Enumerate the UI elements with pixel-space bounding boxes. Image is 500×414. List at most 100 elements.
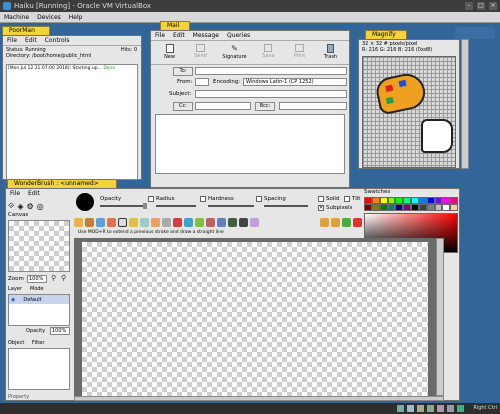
color-swatch[interactable] <box>395 197 404 204</box>
canvas-horizontal-scrollbar[interactable] <box>74 396 444 401</box>
blur-tool-icon[interactable] <box>162 217 171 227</box>
bcc-field[interactable] <box>279 102 347 110</box>
solid-checkbox[interactable] <box>318 196 324 202</box>
to-button[interactable]: To: <box>173 67 193 76</box>
open-icon[interactable]: ◎ <box>37 202 44 211</box>
menu-help[interactable]: Help <box>69 12 83 22</box>
color-swatch[interactable] <box>450 204 458 211</box>
clone-tool-icon[interactable] <box>85 217 94 227</box>
color-swatch[interactable] <box>411 197 419 204</box>
drawing-canvas[interactable] <box>74 238 436 396</box>
color-swatch[interactable] <box>450 197 458 204</box>
transform-tool-icon[interactable] <box>228 217 237 227</box>
layer-row[interactable]: ◉ Default <box>9 295 69 304</box>
canvas-vertical-scrollbar[interactable] <box>436 238 444 396</box>
cc-field[interactable] <box>195 102 251 110</box>
subject-field[interactable] <box>195 90 347 98</box>
crop-tool-icon[interactable] <box>217 217 226 227</box>
bcc-button[interactable]: Bcc: <box>255 102 275 111</box>
new-button[interactable]: New <box>155 43 184 62</box>
color-swatch[interactable] <box>387 204 396 211</box>
pen-tool-icon[interactable] <box>96 217 105 227</box>
eye-icon[interactable]: ◉ <box>11 297 15 303</box>
to-field[interactable] <box>195 67 347 75</box>
edit-gradient-tool-icon[interactable] <box>250 217 259 227</box>
wb-menu-file[interactable]: File <box>10 190 20 197</box>
select-tool-icon[interactable] <box>118 217 127 227</box>
brush-tool-icon[interactable] <box>74 217 83 227</box>
mouse-integration-icon[interactable] <box>457 405 464 412</box>
color-swatch[interactable] <box>426 197 435 204</box>
undo-icon[interactable] <box>320 217 329 227</box>
color-swatch[interactable] <box>411 204 419 211</box>
layer-opacity-field[interactable]: 100% <box>50 327 70 335</box>
picker-tool-icon[interactable] <box>239 217 248 227</box>
hardness-slider[interactable] <box>208 205 254 207</box>
cancel-icon[interactable] <box>353 217 362 227</box>
spacing-checkbox[interactable] <box>256 196 262 202</box>
hardness-checkbox[interactable] <box>200 196 206 202</box>
menu-devices[interactable]: Devices <box>37 12 61 22</box>
from-field[interactable] <box>195 78 209 86</box>
usb-icon[interactable] <box>437 405 444 412</box>
save-button[interactable]: Save <box>254 43 283 62</box>
color-swatch[interactable] <box>403 204 411 211</box>
smudge-tool-icon[interactable] <box>151 217 160 227</box>
color-swatch[interactable] <box>426 204 435 211</box>
wb-menu-edit[interactable]: Edit <box>28 190 40 197</box>
deskbar-leaf-icon[interactable] <box>455 27 495 39</box>
opacity-slider-handle[interactable] <box>143 203 147 209</box>
radius-checkbox[interactable] <box>148 196 154 202</box>
gradient-tool-icon[interactable] <box>195 217 204 227</box>
mail-menu-queries[interactable]: Queries <box>227 32 250 39</box>
network-icon[interactable] <box>427 405 434 412</box>
signature-button[interactable]: ✎ Signature <box>217 43 252 62</box>
send-button[interactable]: Send <box>186 43 215 62</box>
color-swatch[interactable] <box>364 204 372 211</box>
color-swatch[interactable] <box>387 197 396 204</box>
menu-machine[interactable]: Machine <box>4 12 29 22</box>
zoom-out-icon[interactable]: ⚲ <box>61 274 66 282</box>
shared-folders-icon[interactable] <box>447 405 454 412</box>
palette-tool-icon[interactable] <box>107 217 116 227</box>
color-swatch[interactable] <box>434 204 443 211</box>
fill-tool-icon[interactable] <box>184 217 193 227</box>
color-swatch[interactable] <box>434 197 443 204</box>
canvas-thumbnail[interactable] <box>8 220 70 272</box>
color-swatch[interactable] <box>379 204 388 211</box>
color-swatch[interactable] <box>364 197 372 204</box>
maximize-button[interactable]: □ <box>477 2 485 10</box>
pointer-icon[interactable]: ⟐ <box>8 201 14 211</box>
new-canvas-icon[interactable]: ◈ <box>17 202 23 211</box>
poorman-menu-file[interactable]: File <box>7 37 17 44</box>
print-button[interactable]: Print <box>285 43 314 62</box>
opacity-slider[interactable] <box>100 205 146 207</box>
minimize-button[interactable]: – <box>465 2 473 10</box>
shape-tool-icon[interactable] <box>173 217 182 227</box>
spacing-slider[interactable] <box>264 205 308 207</box>
confirm-icon[interactable] <box>342 217 351 227</box>
cc-button[interactable]: Cc: <box>173 102 193 111</box>
mail-menu-file[interactable]: File <box>155 32 165 39</box>
encoding-select[interactable]: Windows Latin-1 (CP 1252) <box>243 78 347 86</box>
text-tool-icon[interactable] <box>206 217 215 227</box>
redo-icon[interactable] <box>331 217 340 227</box>
mail-menu-edit[interactable]: Edit <box>173 32 185 39</box>
eraser-tool-icon[interactable] <box>140 217 149 227</box>
color-swatch[interactable] <box>442 204 451 211</box>
magnify-scrollbar[interactable] <box>461 39 469 169</box>
color-swatch[interactable] <box>371 204 380 211</box>
color-swatch[interactable] <box>379 197 388 204</box>
color-swatch[interactable] <box>403 197 411 204</box>
color-swatch[interactable] <box>418 197 427 204</box>
close-button[interactable]: × <box>489 2 497 10</box>
pencil-tool-icon[interactable] <box>129 217 138 227</box>
message-body[interactable] <box>155 114 345 174</box>
mail-menu-message[interactable]: Message <box>193 32 219 39</box>
poorman-menu-edit[interactable]: Edit <box>25 37 37 44</box>
zoom-field[interactable]: 100% <box>27 275 47 283</box>
subpixels-checkbox[interactable]: ✕ <box>318 205 324 211</box>
audio-icon[interactable] <box>417 405 424 412</box>
poorman-menu-controls[interactable]: Controls <box>45 37 70 44</box>
hdd-icon[interactable] <box>397 405 404 412</box>
